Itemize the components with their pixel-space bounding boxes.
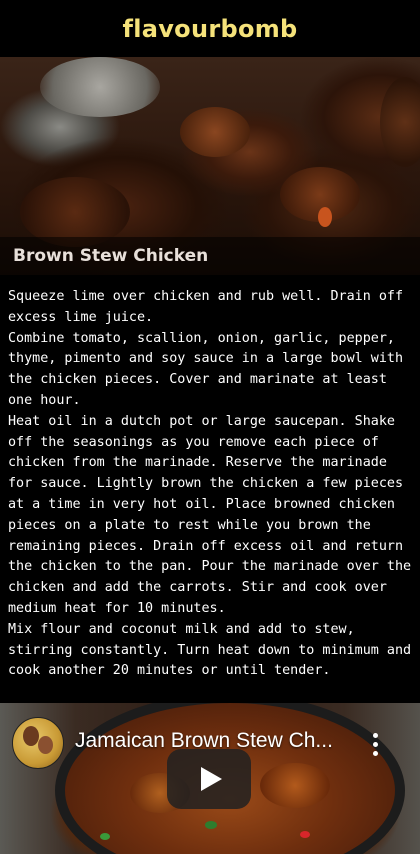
recipe-step: Mix flour and coconut milk and add to st… (8, 621, 412, 679)
app-header: flavourbomb (0, 0, 420, 57)
play-icon (201, 767, 222, 791)
recipe-title: Brown Stew Chicken (13, 246, 209, 266)
recipe-instructions: Squeeze lime over chicken and rub well. … (0, 275, 420, 682)
recipe-hero-image: Brown Stew Chicken (0, 57, 420, 275)
recipe-step: Combine tomato, scallion, onion, garlic,… (8, 330, 404, 408)
carrot-piece (318, 207, 332, 227)
video-thumbnail-pepper (100, 833, 110, 840)
channel-avatar-icon[interactable] (12, 717, 64, 769)
play-button[interactable] (167, 749, 251, 809)
brand-logo-text[interactable]: flavourbomb (122, 15, 297, 43)
recipe-step: Heat oil in a dutch pot or large saucepa… (8, 413, 412, 616)
avatar-face (38, 736, 53, 754)
chicken-piece (380, 77, 420, 167)
avatar-face (23, 726, 39, 746)
video-thumbnail-chicken (260, 763, 330, 808)
video-thumbnail-pepper (205, 821, 217, 829)
spoon-highlight (40, 57, 160, 117)
recipe-step: Squeeze lime over chicken and rub well. … (8, 289, 404, 325)
more-vert-icon[interactable] (371, 733, 379, 759)
video-thumbnail-pepper (300, 831, 310, 838)
video-embed[interactable]: Jamaican Brown Stew Ch... (0, 703, 420, 854)
chicken-piece (180, 107, 250, 157)
recipe-title-bar: Brown Stew Chicken (0, 237, 420, 275)
